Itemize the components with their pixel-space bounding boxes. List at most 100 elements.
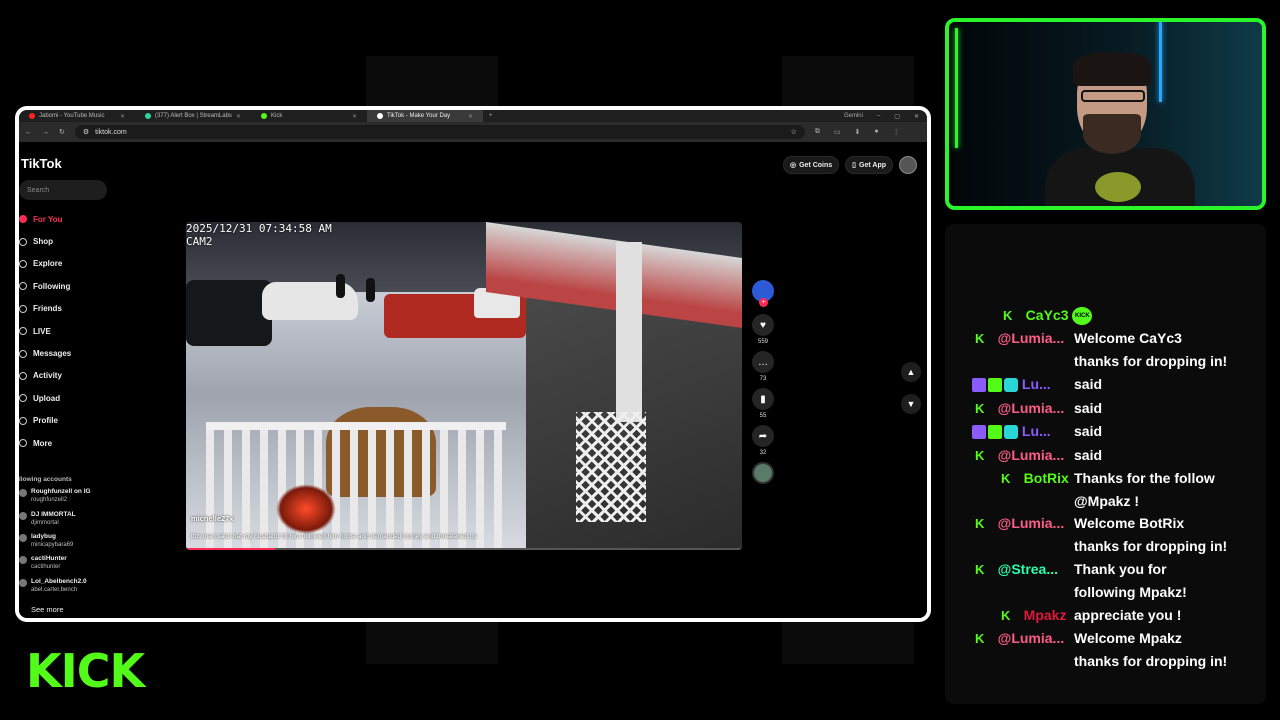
close-tab-icon[interactable]: ✕	[120, 113, 125, 120]
chat-username[interactable]: @Strea...	[998, 561, 1058, 577]
compass-icon	[19, 259, 27, 268]
search-input[interactable]: Search	[19, 180, 107, 200]
close-window-icon[interactable]: ✕	[914, 113, 919, 120]
kick-icon: K	[1003, 308, 1013, 323]
video-scene	[576, 412, 646, 522]
browser-tab[interactable]: Jabomi - YouTube Music ✕	[19, 110, 135, 122]
chat-username[interactable]: @Lumia...	[998, 515, 1065, 531]
url-text: tiktok.com	[95, 128, 127, 136]
comment-button[interactable]: …	[752, 351, 774, 373]
nav-item-explore[interactable]: Explore	[19, 253, 119, 275]
search-placeholder: Search	[27, 186, 50, 194]
chat-message: K @Lumia...	[975, 444, 1064, 467]
nav-item-for-you[interactable]: For You	[19, 208, 119, 230]
following-account[interactable]: ladybug minicapybara69	[19, 533, 119, 549]
chat-username[interactable]: Lu...	[1022, 423, 1051, 439]
browser-tab[interactable]: Kick ✕	[251, 110, 367, 122]
tab-title: (377) Alert Box | StreamLabs	[155, 113, 232, 119]
nav-label: For You	[33, 214, 63, 224]
nav-item-messages[interactable]: Messages	[19, 342, 119, 364]
follow-plus-icon[interactable]: +	[759, 298, 768, 307]
following-account[interactable]: Lol_Abelbench2.0 abel.carter.bench	[19, 578, 119, 594]
chat-message: K BotRix	[1001, 467, 1069, 490]
chat-username[interactable]: @Lumia...	[998, 447, 1065, 463]
nav-item-shop[interactable]: Shop	[19, 230, 119, 252]
address-bar: ← → ↻ ⚙ tiktok.com ☆ ⧉ ▭ ⬇ ● ⋮	[19, 122, 927, 142]
chat-username[interactable]: @Lumia...	[998, 630, 1065, 646]
nav-item-live[interactable]: LIVE	[19, 320, 119, 342]
chat-message: K @Lumia...	[975, 512, 1064, 535]
chat-username[interactable]: @Lumia...	[998, 330, 1065, 346]
save-button[interactable]: ▮	[752, 388, 774, 410]
tiktok-logo[interactable]: TikTok	[21, 156, 62, 171]
close-tab-icon[interactable]: ✕	[468, 113, 473, 120]
creator-avatar[interactable]: +	[752, 280, 774, 307]
reload-icon[interactable]: ↻	[59, 128, 65, 136]
nav-item-friends[interactable]: Friends	[19, 298, 119, 320]
browser-tab-active[interactable]: TikTok - Make Your Day ✕	[367, 110, 483, 122]
nav-label: Upload	[33, 393, 61, 403]
new-tab-icon[interactable]: +	[483, 113, 493, 119]
minimize-icon[interactable]: –	[877, 113, 880, 120]
nav-label: Messages	[33, 349, 72, 359]
following-account[interactable]: Roughfunzell on IG roughfunzell2	[19, 488, 119, 504]
chat-text: Welcome BotRix thanks for dropping in!	[1074, 512, 1227, 557]
bookmark-star-icon[interactable]: ☆	[791, 128, 797, 136]
background-panel	[782, 56, 914, 108]
share-button[interactable]: ➦	[752, 425, 774, 447]
site-info-icon[interactable]: ⚙	[83, 128, 89, 136]
profile-icon	[19, 416, 27, 425]
extensions-icon[interactable]: ⧉	[815, 128, 820, 136]
get-app-button[interactable]: ▯ Get App	[845, 156, 893, 174]
chat-username[interactable]: @Lumia...	[998, 400, 1065, 416]
avatar	[19, 489, 27, 497]
webcam-scene	[1083, 114, 1141, 154]
chat-message: K @Lumia...	[975, 627, 1064, 650]
get-coins-button[interactable]: ◎ Get Coins	[783, 156, 840, 174]
profile-icon[interactable]: ●	[874, 128, 878, 136]
user-avatar[interactable]	[899, 156, 917, 174]
close-tab-icon[interactable]: ✕	[236, 113, 241, 120]
following-account[interactable]: DJ IMMORTAL djimmortal	[19, 511, 119, 527]
chat-text: Thank you for following Mpakz!	[1074, 558, 1187, 603]
video-scene	[276, 484, 336, 534]
close-tab-icon[interactable]: ✕	[352, 113, 357, 120]
sword-badge-icon	[988, 425, 1002, 440]
video-scene	[336, 274, 345, 298]
video-username[interactable]: michelle27x	[191, 514, 234, 523]
chat-text-line: following Mpakz!	[1074, 583, 1187, 600]
following-account[interactable]: cactiHunter cactihunter	[19, 555, 119, 571]
avatar	[19, 556, 27, 564]
chat-username[interactable]: BotRix	[1024, 470, 1069, 486]
nav-item-following[interactable]: Following	[19, 275, 119, 297]
badge-group	[972, 378, 1018, 393]
avatar	[19, 534, 27, 542]
forward-icon[interactable]: →	[42, 129, 49, 136]
previous-video-button[interactable]: ▲	[901, 362, 921, 382]
back-icon[interactable]: ←	[25, 129, 32, 136]
nav-item-activity[interactable]: Activity	[19, 365, 119, 387]
next-video-button[interactable]: ▼	[901, 394, 921, 414]
browser-toolbar: ⧉ ▭ ⬇ ● ⋮	[815, 128, 900, 136]
maximize-icon[interactable]: ▢	[894, 113, 900, 120]
browser-tab[interactable]: (377) Alert Box | StreamLabs ✕	[135, 110, 251, 122]
nav-item-more[interactable]: More	[19, 432, 119, 454]
chat-username[interactable]: Lu...	[1022, 376, 1051, 392]
chat-username[interactable]: Mpakz	[1024, 607, 1067, 623]
sidepanel-icon[interactable]: ▭	[834, 128, 841, 136]
kick-icon	[261, 113, 267, 119]
download-icon[interactable]: ⬇	[855, 128, 861, 136]
gemini-button[interactable]: Gemini	[844, 113, 863, 120]
see-more-link[interactable]: See more	[31, 605, 64, 614]
menu-icon[interactable]: ⋮	[893, 128, 900, 136]
music-disc-icon[interactable]	[752, 462, 774, 484]
nav-item-upload[interactable]: Upload	[19, 387, 119, 409]
chat-text-line: @Mpakz !	[1074, 492, 1139, 509]
video-progress-bar[interactable]	[186, 548, 742, 550]
twitch-icon	[972, 425, 986, 440]
like-button[interactable]: ♥	[752, 314, 774, 336]
nav-item-profile[interactable]: Profile	[19, 410, 119, 432]
url-field[interactable]: ⚙ tiktok.com ☆	[74, 125, 805, 139]
video-player[interactable]: 2025/12/31 07:34:58 AM CAM2 michelle27x t…	[186, 222, 742, 550]
chat-username[interactable]: CaYc3	[1026, 307, 1069, 323]
